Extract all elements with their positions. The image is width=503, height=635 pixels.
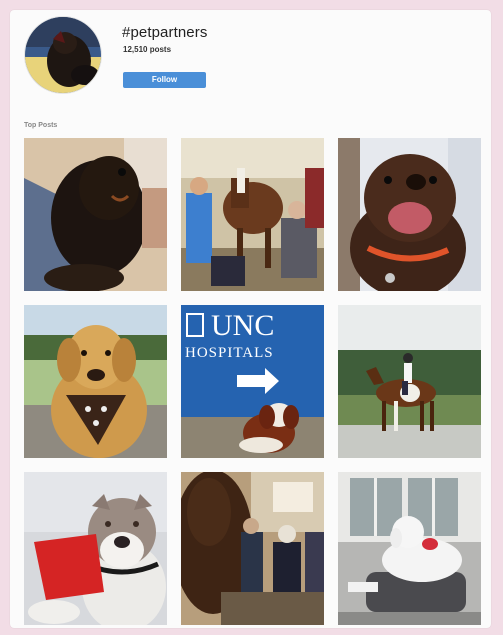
avatar-dog-image	[25, 17, 101, 93]
hashtag-page-card: #petpartners 12,510 posts Follow Top Pos…	[10, 10, 491, 628]
post-tile-dachshund[interactable]	[24, 138, 167, 291]
post-image	[24, 472, 167, 625]
post-tile-rider-horse[interactable]	[338, 305, 481, 458]
post-image	[338, 305, 481, 458]
post-tile-golden-retriever[interactable]	[24, 305, 167, 458]
top-posts-heading: Top Posts	[24, 122, 58, 129]
post-tile-horse-seniors[interactable]	[181, 472, 324, 625]
post-image	[181, 472, 324, 625]
post-image	[338, 472, 481, 625]
post-tile-unc-hospitals[interactable]: UNC HOSPITALS	[181, 305, 324, 458]
post-tile-horse-visit[interactable]	[181, 138, 324, 291]
post-image	[338, 138, 481, 291]
post-tile-chocolate-lab[interactable]	[338, 138, 481, 291]
post-count: 12,510 posts	[123, 45, 172, 54]
hashtag-avatar[interactable]	[24, 16, 102, 94]
follow-button[interactable]: Follow	[123, 72, 206, 88]
post-image	[181, 138, 324, 291]
post-image: UNC HOSPITALS	[181, 305, 324, 458]
hashtag-title: #petpartners	[122, 24, 208, 41]
post-image	[24, 138, 167, 291]
post-tile-vest-dog[interactable]	[24, 472, 167, 625]
sign-text-unc: UNC	[211, 309, 274, 342]
post-tile-white-poodle[interactable]	[338, 472, 481, 625]
sign-text-hospitals: HOSPITALS	[185, 345, 274, 361]
post-image	[24, 305, 167, 458]
